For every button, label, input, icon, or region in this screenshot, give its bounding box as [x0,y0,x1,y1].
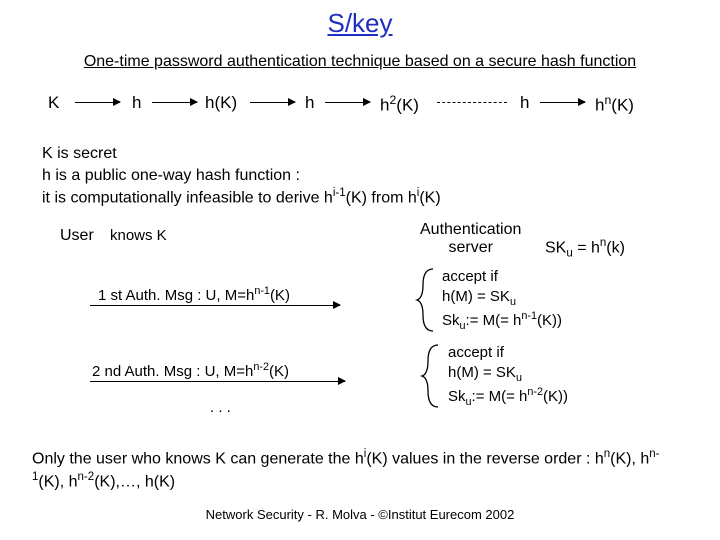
slide-subtitle: One-time password authentication techniq… [0,53,720,71]
chain-K: K [48,93,59,113]
arrow-icon [250,102,295,103]
sku-equation: SKu = hn(k) [545,237,625,260]
arrow-icon [325,102,370,103]
brace-icon [420,343,442,409]
chain-hnK: hn(K) [595,93,634,116]
arrow-icon [90,305,340,306]
accept-block-2: accept if h(M) = SKu Sku:= M(= hn-2(K)) [448,343,568,409]
arrow-icon [90,381,345,382]
footer-text: Network Security - R. Molva - ©Institut … [0,507,720,522]
arrow-icon [152,102,197,103]
protocol-diagram: User knows K Authentication server SKu =… [0,227,720,447]
chain-hK: h(K) [205,93,237,113]
description-block: K is secret h is a public one-way hash f… [42,143,720,209]
dashed-arrow-icon [437,102,507,104]
desc-line-1: K is secret [42,143,720,165]
user-label: User [60,227,94,245]
arrow-icon [540,102,585,103]
slide-title: S/key [0,0,720,39]
accept-block-1: accept if h(M) = SKu Sku:= M(= hn-1(K)) [442,267,562,333]
chain-h3: h [520,93,529,113]
desc-line-3: it is computationally infeasible to deri… [42,186,720,209]
msg2-label: 2 nd Auth. Msg : U, M=hn-2(K) [92,361,289,380]
chain-h2K: h2(K) [380,93,419,116]
ellipsis: . . . [210,399,231,416]
auth-server-label: Authentication server [420,221,521,257]
chain-h1: h [132,93,141,113]
desc-line-2: h is a public one-way hash function : [42,165,720,187]
conclusion-text: Only the user who knows K can generate t… [32,447,688,493]
user-knows: knows K [110,227,167,244]
msg1-label: 1 st Auth. Msg : U, M=hn-1(K) [98,285,290,304]
hash-chain-diagram: K h h(K) h h2(K) h hn(K) [40,93,720,121]
chain-h2: h [305,93,314,113]
arrow-icon [75,102,120,103]
brace-icon [415,267,437,333]
